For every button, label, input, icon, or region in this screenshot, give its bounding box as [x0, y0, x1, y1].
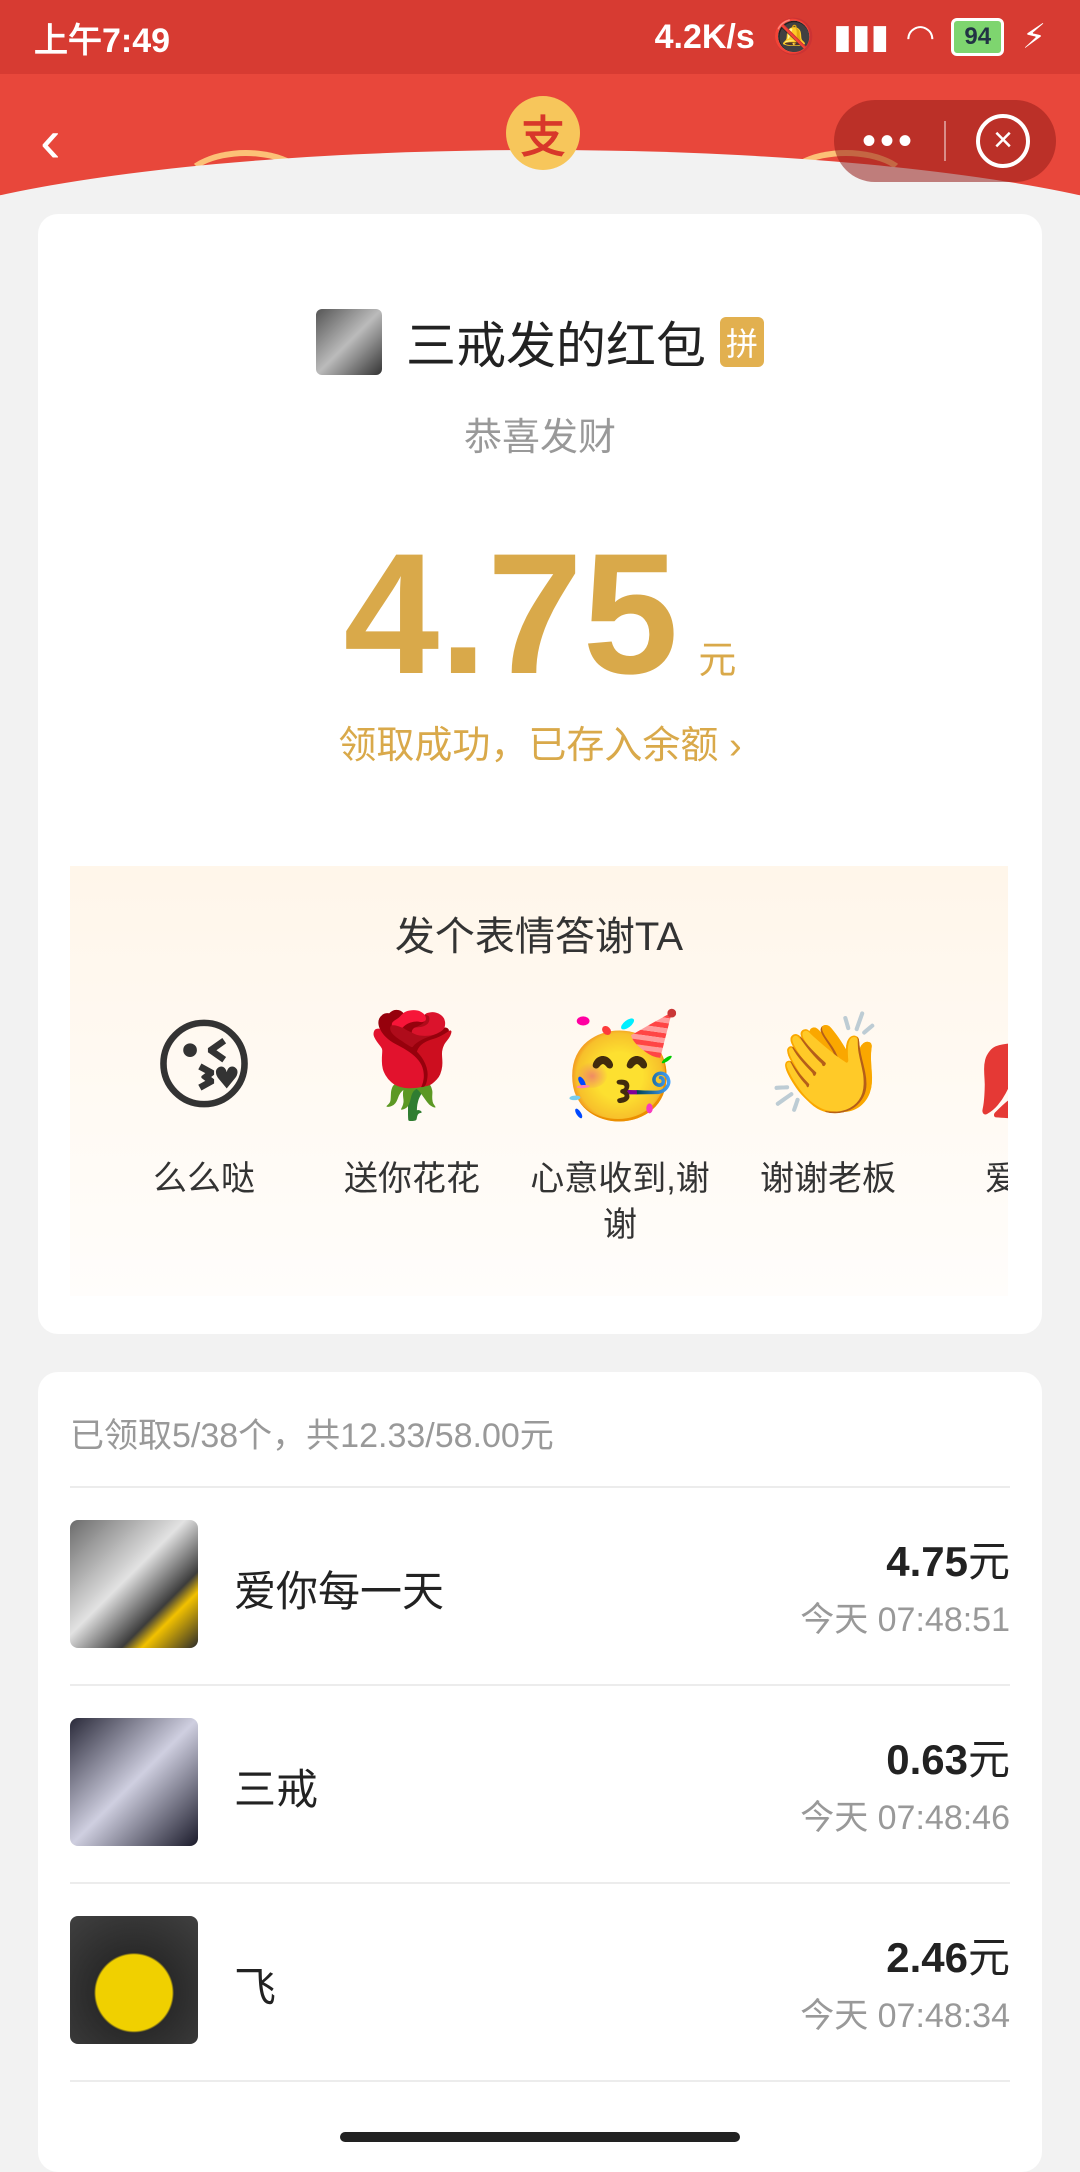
receiver-row[interactable]: 三戒 0.63元 今天 07:48:46: [70, 1686, 1010, 1882]
emoji-label: 送你花花: [344, 1160, 480, 1198]
amount-value: 2.46: [886, 1934, 968, 1981]
amount-value: 0.63: [886, 1736, 968, 1783]
wifi-icon: ◠: [907, 18, 934, 56]
thanks-title: 发个表情答谢TA: [394, 915, 684, 959]
amount-row: 4.75 元: [38, 518, 1042, 710]
emoji-label: 么么哒: [153, 1160, 255, 1198]
receiver-amount: 2.46元: [886, 1924, 1010, 1985]
decor-swirl: [180, 150, 312, 222]
close-icon[interactable]: ×: [976, 114, 1030, 168]
received-amount: 4.75: [343, 518, 679, 710]
avatar: [70, 1718, 198, 1846]
emoji-list: 😘 么么哒 🌹 送你花花 🥳 心意收到,谢谢 👏 谢谢老板 💋 爱你么: [100, 1006, 1008, 1248]
receive-time: 今天 07:48:34: [800, 1997, 1010, 2035]
battery-icon: 94: [951, 18, 1005, 56]
red-packet-card: 三戒发的红包 拼 恭喜发财 4.75 元 领取成功，已存入余额 › 发个表情答谢…: [38, 214, 1042, 1334]
kiss-emoji-icon: 😘: [151, 1007, 257, 1124]
receiver-name: 飞: [234, 1964, 277, 2011]
party-emoji-icon: 🥳: [557, 1007, 683, 1124]
amount-unit: 元: [967, 1538, 1010, 1585]
receiver-row[interactable]: 飞 2.46元 今天 07:48:34: [70, 1884, 1010, 2080]
divider: [70, 2080, 1010, 2082]
blessing-text: 恭喜发财: [463, 417, 616, 459]
receivers-card: 已领取5/38个，共12.33/58.00元 爱你每一天 4.75元 今天 07…: [38, 1372, 1042, 2172]
charging-icon: ⚡: [1022, 18, 1046, 56]
receiver-name: 爱你每一天: [234, 1568, 445, 1615]
lips-emoji-icon: 💋: [932, 1006, 1008, 1126]
back-icon[interactable]: ‹: [40, 111, 90, 173]
sender-avatar[interactable]: [315, 309, 382, 375]
hd-signal-icon: ▮▮▮: [833, 18, 890, 56]
emoji-label: 谢谢老板: [760, 1160, 896, 1198]
emoji-label: 爱你么: [985, 1160, 1008, 1198]
receiver-amount: 4.75元: [886, 1528, 1010, 1589]
amount-unit: 元: [967, 1736, 1010, 1783]
packet-title: 三戒发的红包: [405, 318, 706, 374]
thanks-panel: 发个表情答谢TA 😘 么么哒 🌹 送你花花 🥳 心意收到,谢谢 👏 谢谢老板 💋…: [70, 866, 1008, 1296]
pin-badge: 拼: [719, 317, 764, 367]
home-indicator[interactable]: [340, 2132, 740, 2142]
clap-emoji-icon: 👏: [765, 1007, 891, 1124]
receive-time: 今天 07:48:51: [800, 1601, 1010, 1639]
avatar: [70, 1916, 198, 2044]
receiver-row[interactable]: 爱你每一天 4.75元 今天 07:48:51: [70, 1488, 1010, 1684]
capsule-divider: [944, 121, 946, 161]
rose-emoji-icon: 🌹: [349, 1007, 475, 1124]
receiver-amount: 0.63元: [886, 1726, 1010, 1787]
more-icon[interactable]: •••: [834, 119, 944, 164]
amount-value: 4.75: [886, 1538, 968, 1585]
bell-off-icon: 🔕: [772, 18, 816, 56]
receive-time: 今天 07:48:46: [800, 1799, 1010, 1837]
emoji-option-clap[interactable]: 👏 谢谢老板: [724, 1006, 932, 1248]
network-speed: 4.2K/s: [654, 17, 755, 56]
miniapp-capsule: ••• ×: [834, 100, 1056, 182]
emoji-label: 心意收到,谢谢: [530, 1160, 710, 1244]
sender-row: 三戒发的红包 拼: [38, 306, 1042, 378]
avatar: [70, 1520, 198, 1648]
alipay-logo: 支: [506, 96, 580, 170]
emoji-option-kiss[interactable]: 😘 么么哒: [100, 1006, 308, 1248]
claim-summary: 已领取5/38个，共12.33/58.00元: [70, 1417, 554, 1455]
status-bar: 上午7:49 4.2K/s 🔕 ▮▮▮ ◠ 94 ⚡: [0, 0, 1080, 74]
emoji-option-party[interactable]: 🥳 心意收到,谢谢: [516, 1006, 724, 1248]
status-time: 上午7:49: [34, 21, 171, 60]
amount-unit: 元: [698, 640, 737, 682]
amount-unit: 元: [967, 1934, 1010, 1981]
balance-link[interactable]: 领取成功，已存入余额 ›: [38, 714, 1042, 769]
receiver-name: 三戒: [234, 1766, 319, 1813]
emoji-option-lips[interactable]: 💋 爱你么: [932, 1006, 1008, 1248]
emoji-option-rose[interactable]: 🌹 送你花花: [308, 1006, 516, 1248]
